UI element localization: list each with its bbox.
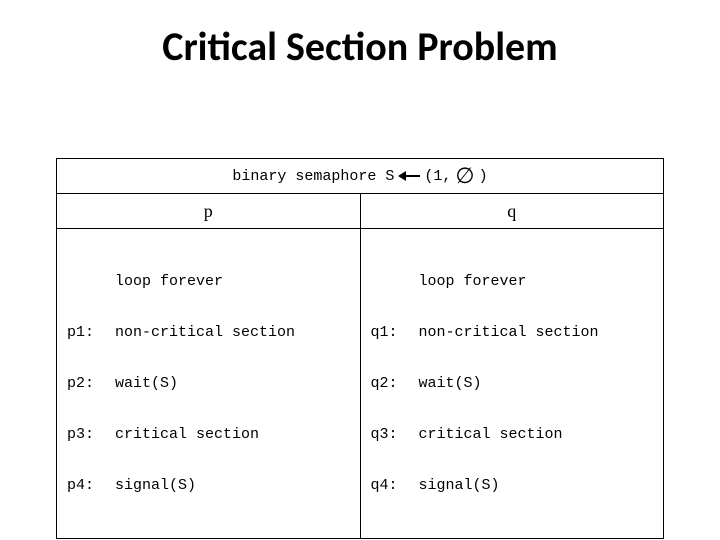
algorithm-table: binary semaphore S (1, ∅ ) p q loop fore… <box>56 158 664 539</box>
q-line-stmt: signal(S) <box>419 477 656 494</box>
decl-tuple-open: (1, <box>424 168 451 185</box>
process-q-cell: loop forever q1:non-critical section q2:… <box>360 229 664 539</box>
process-p-code: loop forever p1:non-critical section p2:… <box>57 229 360 538</box>
q-line-label: q2: <box>371 375 419 392</box>
p-line-stmt: signal(S) <box>115 477 352 494</box>
p-line-stmt: non-critical section <box>115 324 352 341</box>
slide: Critical Section Problem binary semaphor… <box>0 0 720 540</box>
q-line-stmt: wait(S) <box>419 375 656 392</box>
p-line-label: p2: <box>67 375 115 392</box>
decl-tuple-close: ) <box>479 168 488 185</box>
p-line-label: p3: <box>67 426 115 443</box>
process-q-code: loop forever q1:non-critical section q2:… <box>361 229 664 538</box>
q-line-label: q1: <box>371 324 419 341</box>
p-line-stmt: wait(S) <box>115 375 352 392</box>
process-p-cell: loop forever p1:non-critical section p2:… <box>57 229 361 539</box>
column-header-p: p <box>57 194 361 229</box>
p-loop: loop forever <box>115 273 352 290</box>
p-line-label: p4: <box>67 477 115 494</box>
p-line-stmt: critical section <box>115 426 352 443</box>
column-header-q: q <box>360 194 664 229</box>
q-line-label: q3: <box>371 426 419 443</box>
left-arrow-icon <box>398 171 420 181</box>
q-loop: loop forever <box>419 273 656 290</box>
slide-title: Critical Section Problem <box>0 22 720 71</box>
declaration-row: binary semaphore S (1, ∅ ) <box>57 159 664 194</box>
q-line-stmt: non-critical section <box>419 324 656 341</box>
empty-set-icon: ∅ <box>455 165 474 187</box>
semaphore-declaration: binary semaphore S (1, ∅ ) <box>232 159 487 193</box>
decl-prefix: binary semaphore S <box>232 168 394 185</box>
q-line-stmt: critical section <box>419 426 656 443</box>
p-line-label: p1: <box>67 324 115 341</box>
q-line-label: q4: <box>371 477 419 494</box>
